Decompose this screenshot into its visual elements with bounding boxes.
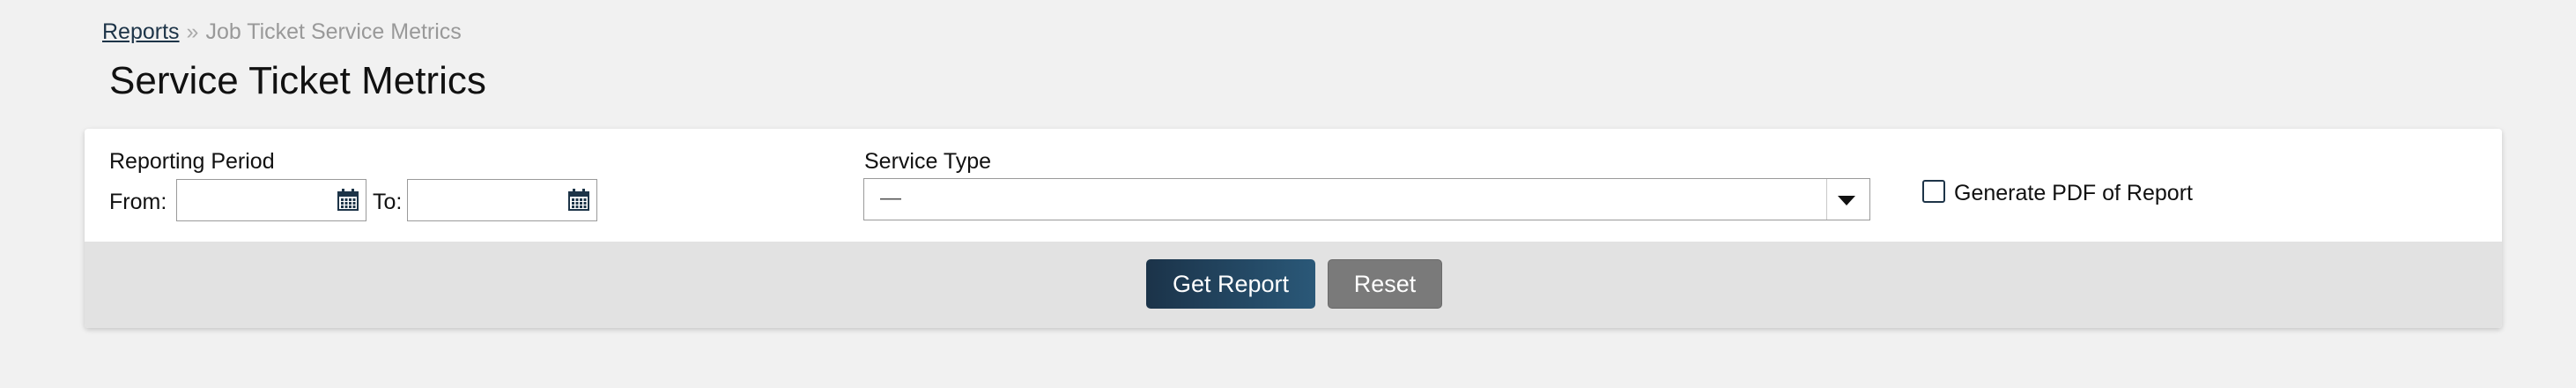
generate-pdf-label[interactable]: Generate PDF of Report	[1954, 180, 2193, 206]
service-type-selected-value: —	[880, 186, 901, 210]
select-divider	[1826, 179, 1827, 220]
from-date-input[interactable]	[182, 185, 327, 217]
chevron-down-icon[interactable]	[1838, 196, 1855, 205]
page-title: Service Ticket Metrics	[109, 59, 486, 102]
from-date-field[interactable]	[176, 179, 366, 221]
reset-button[interactable]: Reset	[1328, 259, 1442, 309]
to-label: To:	[373, 190, 403, 214]
breadcrumb-link-reports[interactable]: Reports	[102, 19, 180, 44]
generate-pdf-checkbox[interactable]	[1922, 180, 1945, 203]
service-type-select[interactable]: —	[863, 178, 1870, 220]
service-type-label: Service Type	[864, 149, 992, 174]
calendar-icon[interactable]	[566, 188, 591, 213]
breadcrumb-separator: »	[186, 19, 199, 44]
calendar-icon[interactable]	[336, 188, 360, 213]
get-report-button[interactable]: Get Report	[1146, 259, 1315, 309]
report-filter-panel: Reporting Period From: To: Service Type …	[85, 129, 2502, 328]
breadcrumb-current: Job Ticket Service Metrics	[205, 19, 462, 44]
to-date-input[interactable]	[413, 185, 558, 217]
to-date-field[interactable]	[407, 179, 597, 221]
breadcrumb: Reports» Job Ticket Service Metrics	[102, 18, 462, 46]
from-label: From:	[109, 190, 167, 214]
reporting-period-label: Reporting Period	[109, 149, 275, 174]
